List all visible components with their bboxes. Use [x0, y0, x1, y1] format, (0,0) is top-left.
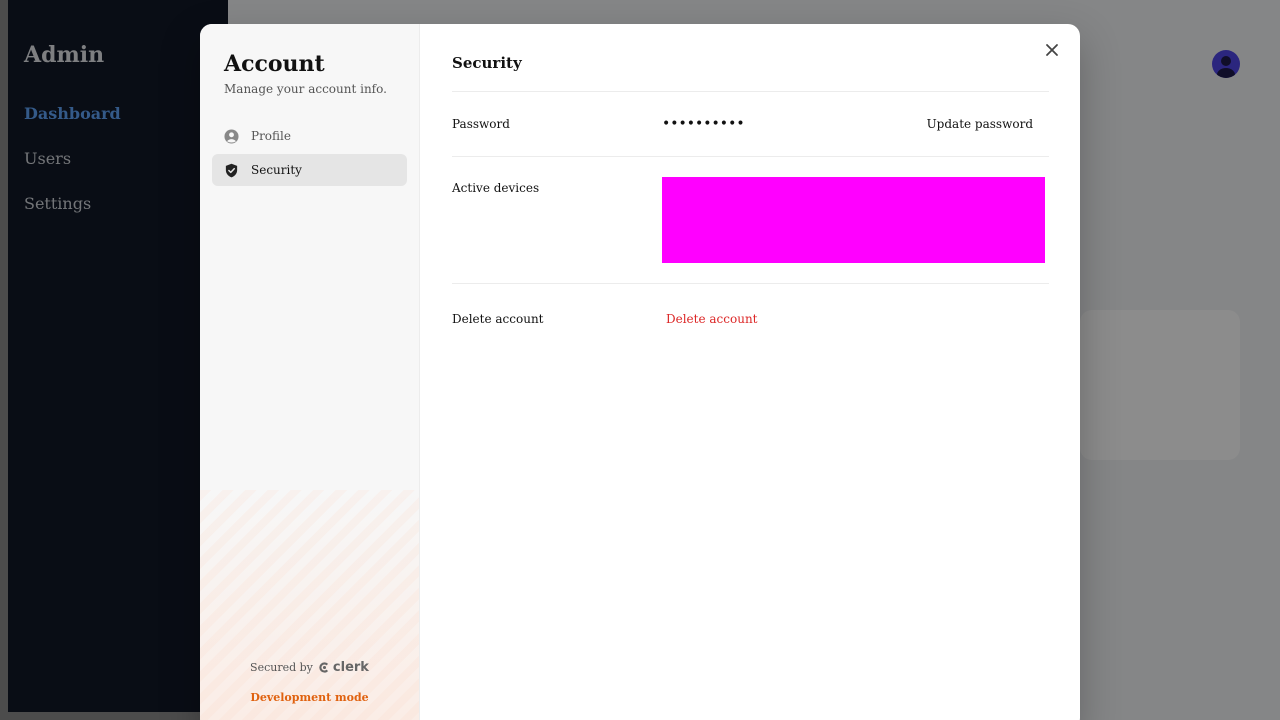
- secured-by-label: Secured by: [250, 661, 313, 674]
- password-label: Password: [452, 117, 510, 131]
- clerk-logo[interactable]: clerk: [318, 660, 369, 675]
- account-nav: Profile Security: [212, 120, 407, 186]
- clerk-logo-icon: [319, 662, 329, 673]
- account-modal: Account Manage your account info. Profil…: [200, 24, 1080, 720]
- delete-account-label: Delete account: [452, 312, 544, 326]
- nav-item-label: Security: [251, 163, 302, 177]
- active-devices-list: [662, 177, 1045, 263]
- close-icon: [1046, 44, 1058, 56]
- account-modal-sidebar: Account Manage your account info. Profil…: [200, 24, 420, 720]
- security-panel: Security Password •••••••••• Update pass…: [420, 24, 1080, 720]
- active-devices-row: Active devices: [452, 157, 1049, 284]
- nav-item-security[interactable]: Security: [212, 154, 407, 186]
- nav-item-label: Profile: [251, 129, 291, 143]
- active-devices-label: Active devices: [452, 181, 540, 195]
- nav-item-profile[interactable]: Profile: [212, 120, 407, 152]
- account-subtitle: Manage your account info.: [224, 82, 387, 96]
- delete-account-row: Delete account Delete account: [452, 284, 1049, 354]
- password-value: ••••••••••: [662, 116, 745, 132]
- account-title: Account: [224, 51, 325, 77]
- development-mode-badge: Development mode: [250, 691, 369, 704]
- update-password-button[interactable]: Update password: [927, 117, 1049, 131]
- close-button[interactable]: [1042, 40, 1062, 60]
- clerk-logo-text: clerk: [332, 660, 369, 675]
- delete-account-button[interactable]: Delete account: [662, 312, 758, 326]
- nav-footer: Secured by clerk Development mode: [200, 660, 419, 704]
- shield-check-icon: [224, 163, 239, 178]
- section-title: Security: [452, 54, 1049, 92]
- password-row: Password •••••••••• Update password: [452, 92, 1049, 157]
- secured-by: Secured by clerk: [200, 660, 419, 675]
- user-circle-icon: [224, 128, 239, 144]
